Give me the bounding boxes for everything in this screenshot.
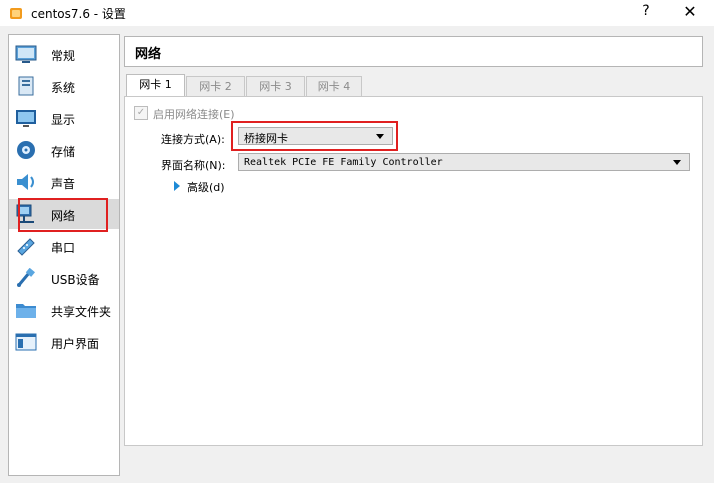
general-icon: [15, 45, 37, 63]
adapter-name-value: Realtek PCIe FE Family Controller: [244, 157, 443, 168]
serial-port-icon: [17, 238, 35, 256]
tab-adapter-4[interactable]: 网卡 4: [306, 76, 362, 96]
page-title: 网络: [135, 47, 162, 62]
sidebar-item-serial-port[interactable]: 串口: [9, 231, 119, 261]
adapter-panel: [124, 96, 703, 446]
sidebar-item-audio[interactable]: 声音: [9, 167, 119, 197]
highlight-box-attached-to: [231, 121, 398, 151]
storage-icon: [17, 141, 35, 159]
expand-arrow-icon[interactable]: [174, 181, 180, 191]
sidebar-item-shared-folders[interactable]: 共享文件夹: [9, 295, 119, 325]
settings-sidebar: 常规 系统 显示 存储 声音 网络 串口 USB设备 共享文件夹 用户界面: [8, 34, 120, 476]
sidebar-item-label: USB设备: [51, 273, 100, 287]
adapter-name-select[interactable]: Realtek PCIe FE Family Controller: [238, 153, 690, 171]
user-interface-icon: [15, 333, 37, 351]
help-button[interactable]: ?: [636, 3, 656, 21]
sidebar-item-storage[interactable]: 存储: [9, 135, 119, 165]
sidebar-item-label: 串口: [51, 241, 76, 255]
sidebar-item-system[interactable]: 系统: [9, 71, 119, 101]
display-icon: [16, 110, 36, 127]
sidebar-item-label: 用户界面: [51, 337, 100, 351]
title-bar: centos7.6 - 设置 ? ✕: [0, 0, 714, 26]
tab-adapter-1[interactable]: 网卡 1: [126, 74, 185, 97]
page-header: 网络: [124, 36, 703, 67]
sidebar-item-general[interactable]: 常规: [9, 39, 119, 69]
audio-icon: [17, 174, 34, 190]
shared-folder-icon: [16, 304, 36, 318]
sidebar-item-label: 声音: [51, 177, 76, 191]
dropdown-arrow-icon: [673, 160, 681, 165]
usb-icon: [17, 268, 35, 287]
enable-adapter-checkbox[interactable]: ✓: [134, 106, 148, 120]
window-title: centos7.6 - 设置: [31, 7, 126, 21]
attached-to-label: 连接方式(A):: [161, 133, 225, 146]
sidebar-item-display[interactable]: 显示: [9, 103, 119, 133]
sidebar-item-label: 系统: [51, 81, 76, 95]
virtualbox-app-icon: [10, 8, 22, 19]
close-button[interactable]: ✕: [680, 2, 700, 22]
highlight-box-network: [18, 198, 108, 232]
advanced-toggle[interactable]: 高级(d): [187, 179, 225, 195]
sidebar-item-label: 显示: [51, 113, 76, 127]
tab-adapter-2[interactable]: 网卡 2: [186, 76, 245, 96]
sidebar-item-usb[interactable]: USB设备: [9, 263, 119, 293]
adapter-name-label: 界面名称(N):: [161, 159, 226, 172]
sidebar-item-label: 常规: [51, 49, 76, 63]
sidebar-item-label: 存储: [51, 145, 76, 159]
sidebar-item-label: 共享文件夹: [51, 305, 112, 319]
tab-adapter-3[interactable]: 网卡 3: [246, 76, 305, 96]
enable-adapter-label: 启用网络连接(E): [153, 108, 235, 121]
system-icon: [18, 76, 34, 96]
sidebar-item-user-interface[interactable]: 用户界面: [9, 327, 119, 357]
